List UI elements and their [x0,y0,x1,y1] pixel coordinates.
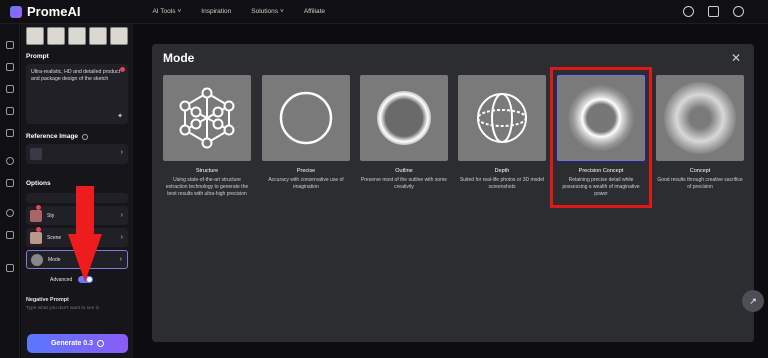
card-description: Using state-of-the-art structure extract… [165,177,249,197]
magic-wand-icon[interactable]: ✦ [117,113,123,120]
structure-icon [163,75,251,161]
mode-card-concept[interactable]: Concept Good results through creative sa… [656,75,744,191]
credit-icon [97,340,105,347]
sketch-thumbnail[interactable] [47,27,65,45]
card-name: Precise [296,168,316,174]
sketch-thumbnail[interactable] [110,27,128,45]
chevron-down-icon: ˅ [177,8,182,15]
logo-icon [10,5,22,18]
card-name: Structure [195,168,219,174]
card-name: Depth [494,168,510,174]
modal-title: Mode [163,51,195,65]
sphere-wireframe-icon [458,75,546,161]
scene-thumbnail [30,231,42,244]
blurred-ring-icon [656,75,744,161]
nav-ai-tools[interactable]: AI Tools ˅ [152,8,181,15]
card-description: Preserve most of the outline with some c… [360,177,448,190]
nav-affiliate[interactable]: Affiliate [304,8,325,15]
prompt-title: Prompt [26,53,49,60]
logo[interactable]: PromeAI [10,4,80,19]
top-bar: PromeAI AI Tools ˅ Inspiration Solutions ˅… [0,0,768,24]
sketch-thumbnails [26,27,128,45]
mode-card-depth[interactable]: Depth Suited for real-life photos or 3D … [458,75,546,191]
sketch-thumbnail[interactable] [89,27,107,45]
card-name: Outline [395,168,413,174]
mode-card-outline[interactable]: Outline Preserve most of the outline wit… [360,75,448,191]
reference-image-title: Reference Image [26,133,79,140]
headset-icon[interactable] [683,6,694,17]
sketch-thumbnail[interactable] [26,27,44,45]
chevron-right-icon: › [120,212,123,219]
prompt-input[interactable]: Ultra-realistic, HD and detailed product… [26,64,128,124]
negative-prompt-input[interactable]: Type what you don't want to see in [26,306,128,311]
edit-icon[interactable] [6,85,14,93]
user-icon[interactable] [6,209,14,217]
ai-icon[interactable] [6,63,14,71]
generate-button[interactable]: Generate 0.3 [27,334,128,353]
chevron-down-icon: ˅ [280,8,284,15]
notification-dot [36,227,41,232]
icon-rail [0,24,20,358]
graduation-cap-icon[interactable] [708,6,719,17]
help-icon[interactable] [82,133,89,140]
prompt-text: Ultra-realistic, HD and detailed product… [31,69,121,82]
app-name: PromeAI [27,4,81,19]
nav-label: Solutions [251,8,279,15]
chevron-right-icon: › [120,234,123,241]
style-thumbnail [30,209,42,222]
nav-solutions[interactable]: Solutions ˅ [251,8,284,15]
chevron-right-icon: › [119,256,122,263]
nav-label: AI Tools [152,8,176,15]
soft-circle-icon [360,75,448,161]
tools-icon[interactable] [6,231,14,239]
globe-icon[interactable] [733,6,744,17]
basket-icon[interactable] [6,264,14,272]
nav-inspiration[interactable]: Inspiration [201,8,231,15]
card-name: Concept [689,168,711,174]
home-icon[interactable] [6,41,14,49]
option-label: Mode [48,256,61,263]
card-description: Accuracy with conservative use of imagin… [268,177,344,190]
compass-icon[interactable] [6,157,14,165]
circle-outline-icon [262,75,350,161]
mode-card-precise[interactable]: Precise Accuracy with conservative use o… [262,75,350,191]
card-description: Suited for real-life photos or 3D model … [459,177,545,190]
notification-dot [36,205,41,210]
image-icon [30,148,42,160]
main-nav: AI Tools ˅ Inspiration Solutions ˅ Affilia… [152,8,325,15]
notification-dot [120,67,125,72]
mode-thumbnail [31,253,43,266]
bell-icon[interactable] [6,179,14,187]
card-description: Good results through creative sacrifice … [657,177,743,190]
sketch-thumbnail[interactable] [68,27,86,45]
close-icon[interactable]: ✕ [731,51,741,65]
generate-label: Generate 0.3 [50,340,94,347]
red-arrow-annotation [68,186,102,282]
mode-card-structure[interactable]: Structure Using state-of-the-art structu… [163,75,251,198]
reference-image-selector[interactable]: › [26,144,128,164]
cube-icon[interactable] [6,107,14,115]
mode-modal: Mode ✕ Structure Using state-of-the-art … [152,44,754,342]
negative-prompt-title: Negative Prompt [26,297,69,303]
option-label: Scene [47,234,62,241]
chevron-right-icon: › [120,149,123,156]
share-icon[interactable]: ↗ [742,290,764,312]
lightbulb-icon[interactable] [6,129,14,137]
option-label: Sty [47,212,55,219]
highlight-box-annotation [550,67,652,208]
